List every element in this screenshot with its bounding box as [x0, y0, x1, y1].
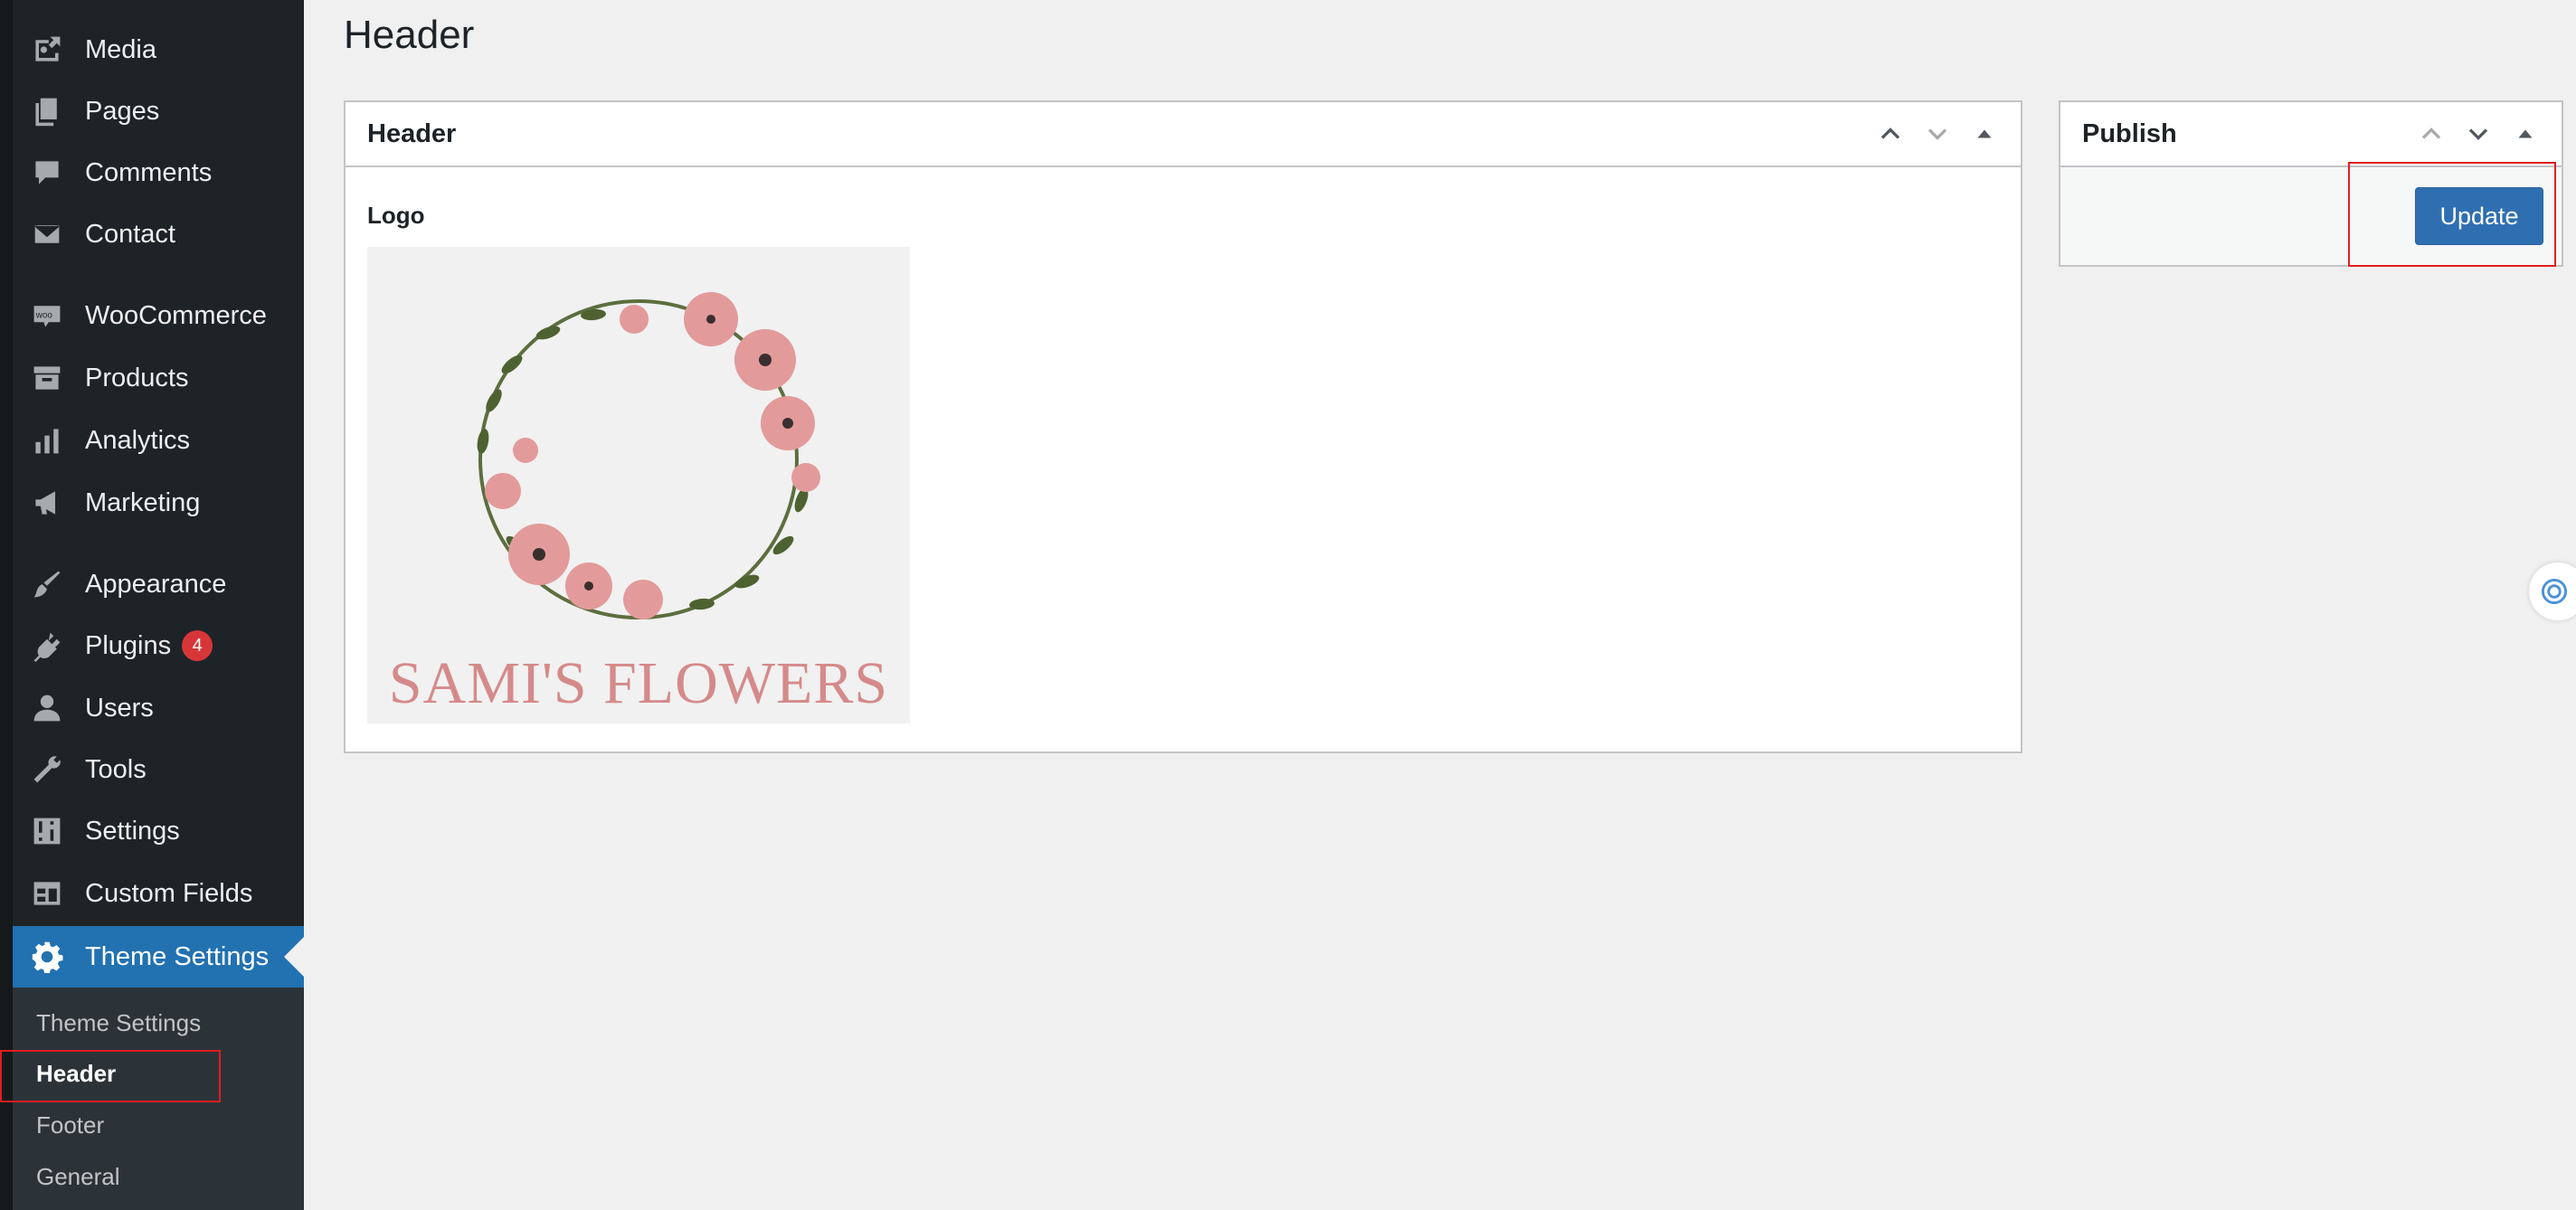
- admin-sidebar: Media Pages Comments Contact woo WooComm…: [0, 0, 304, 1210]
- logo-text: SAMI'S FLOWERS: [388, 650, 889, 716]
- sidebar-item-label: Analytics: [85, 425, 191, 455]
- sidebar-edge: [0, 0, 13, 1210]
- paintbrush-icon: [29, 566, 65, 602]
- sidebar-item-woocommerce[interactable]: woo WooCommerce: [13, 288, 304, 344]
- move-down-icon[interactable]: [2455, 110, 2502, 157]
- sidebar-item-label: Settings: [85, 816, 180, 846]
- sidebar-item-theme-settings[interactable]: Theme Settings: [13, 926, 304, 988]
- logo-field-label: Logo: [367, 202, 425, 229]
- envelope-icon: [29, 216, 65, 252]
- update-button-highlight: [2348, 162, 2556, 267]
- page-title: Header: [344, 13, 475, 57]
- sidebar-item-label: Comments: [85, 157, 213, 187]
- move-down-icon[interactable]: [1914, 110, 1961, 157]
- sidebar-item-settings[interactable]: Settings: [13, 803, 304, 859]
- header-postbox: Header Logo SAMI'S FLOWERS: [344, 100, 2022, 753]
- sidebar-item-label: Contact: [85, 219, 175, 249]
- media-icon: [29, 32, 65, 68]
- sidebar-item-tools[interactable]: Tools: [13, 742, 304, 798]
- sidebar-item-appearance[interactable]: Appearance: [13, 556, 304, 612]
- sidebar-item-pages[interactable]: Pages: [13, 83, 304, 139]
- sidebar-item-label: Tools: [85, 754, 147, 784]
- pages-icon: [29, 93, 65, 129]
- header-postbox-header: Header: [346, 102, 2021, 167]
- sidebar-item-comments[interactable]: Comments: [13, 145, 304, 201]
- submenu-item-general[interactable]: General: [36, 1163, 120, 1191]
- sidebar-item-users[interactable]: Users: [13, 680, 304, 736]
- move-up-icon[interactable]: [2408, 110, 2455, 157]
- toggle-panel-icon[interactable]: [1961, 110, 2008, 157]
- update-count-badge: 4: [182, 630, 213, 661]
- header-postbox-actions: [1867, 102, 2008, 165]
- sidebar-item-label: Marketing: [85, 487, 201, 517]
- megaphone-icon: [29, 485, 65, 521]
- comments-icon: [29, 155, 65, 191]
- sliders-icon: [29, 813, 65, 849]
- sidebar-item-label: Media: [85, 34, 156, 64]
- submenu-item-theme-settings[interactable]: Theme Settings: [36, 1009, 201, 1037]
- table-icon: [29, 875, 65, 912]
- sidebar-item-contact[interactable]: Contact: [13, 206, 304, 262]
- sidebar-item-custom-fields[interactable]: Custom Fields: [13, 865, 304, 922]
- toggle-panel-icon[interactable]: [2502, 110, 2549, 157]
- header-menu-highlight: [0, 1050, 221, 1102]
- bar-chart-icon: [29, 422, 65, 458]
- publish-postbox-actions: [2408, 102, 2549, 165]
- sidebar-item-label: Plugins: [85, 630, 172, 660]
- assistant-icon: [2541, 578, 2568, 605]
- header-postbox-title: Header: [367, 118, 457, 148]
- sidebar-item-label: Custom Fields: [85, 878, 253, 908]
- plugin-icon: [29, 628, 65, 664]
- publish-postbox-title: Publish: [2082, 118, 2177, 148]
- user-icon: [29, 690, 65, 726]
- sidebar-item-label: Users: [85, 693, 154, 723]
- sidebar-item-products[interactable]: Products: [13, 350, 304, 406]
- wrench-icon: [29, 752, 65, 788]
- svg-text:woo: woo: [35, 311, 53, 321]
- sidebar-item-label: Pages: [85, 96, 160, 126]
- sidebar-item-label: Appearance: [85, 569, 227, 599]
- sidebar-item-label: Theme Settings: [85, 941, 270, 971]
- logo-image[interactable]: SAMI'S FLOWERS: [367, 247, 910, 723]
- sidebar-item-label: WooCommerce: [85, 300, 267, 330]
- sidebar-item-marketing[interactable]: Marketing: [13, 475, 304, 531]
- floating-assistant-button[interactable]: [2529, 562, 2576, 620]
- sidebar-item-media[interactable]: Media: [13, 22, 304, 78]
- sidebar-item-plugins[interactable]: Plugins 4: [13, 618, 304, 674]
- floral-wreath-image: [477, 292, 820, 619]
- publish-postbox-header: Publish: [2060, 102, 2562, 167]
- submenu-item-footer[interactable]: Footer: [36, 1111, 104, 1139]
- gear-icon: [29, 939, 65, 975]
- archive-icon: [29, 360, 65, 396]
- sidebar-item-label: Products: [85, 363, 189, 392]
- sidebar-item-analytics[interactable]: Analytics: [13, 412, 304, 468]
- move-up-icon[interactable]: [1867, 110, 1914, 157]
- woocommerce-icon: woo: [29, 298, 65, 334]
